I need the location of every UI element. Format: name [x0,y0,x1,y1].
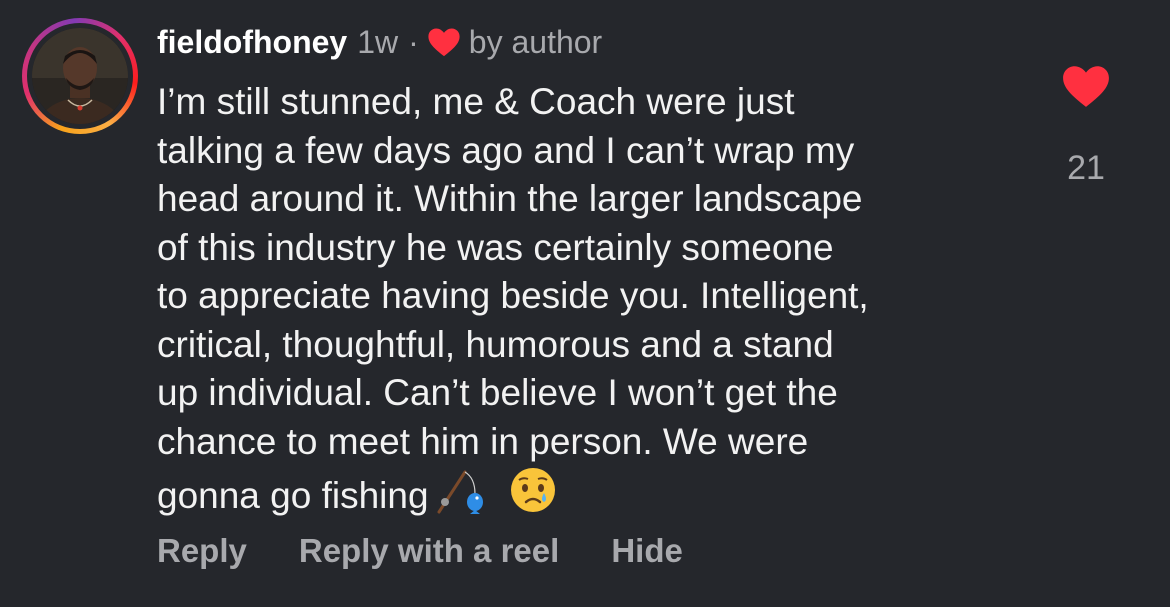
fishing-pole-emoji-icon [435,468,485,527]
avatar-image [32,28,128,124]
comment-meta: fieldofhoney 1w · by author [157,20,1037,64]
username-link[interactable]: fieldofhoney [157,24,347,61]
like-column: 21 [1060,64,1112,188]
comment-text-block: I’m still stunned, me & Coach were just … [157,78,1017,527]
comment-text: I’m still stunned, me & Coach were just … [157,81,869,516]
crying-face-emoji-icon [509,466,557,527]
author-heart-icon [427,27,461,57]
liked-by-author-label: by author [468,23,603,60]
like-count[interactable]: 21 [1067,149,1105,188]
separator-dot: · [408,23,419,60]
hide-button[interactable]: Hide [611,532,683,570]
avatar-story-ring[interactable] [22,18,138,134]
avatar[interactable] [32,28,128,124]
like-heart-icon[interactable] [1061,64,1111,113]
avatar-gap [27,23,133,129]
comment-body: fieldofhoney 1w · by author I’m still st… [157,20,1037,527]
timestamp: 1w [357,23,399,60]
comment-actions: Reply Reply with a reel Hide [157,532,683,570]
reply-with-reel-button[interactable]: Reply with a reel [299,532,559,570]
reply-button[interactable]: Reply [157,532,247,570]
